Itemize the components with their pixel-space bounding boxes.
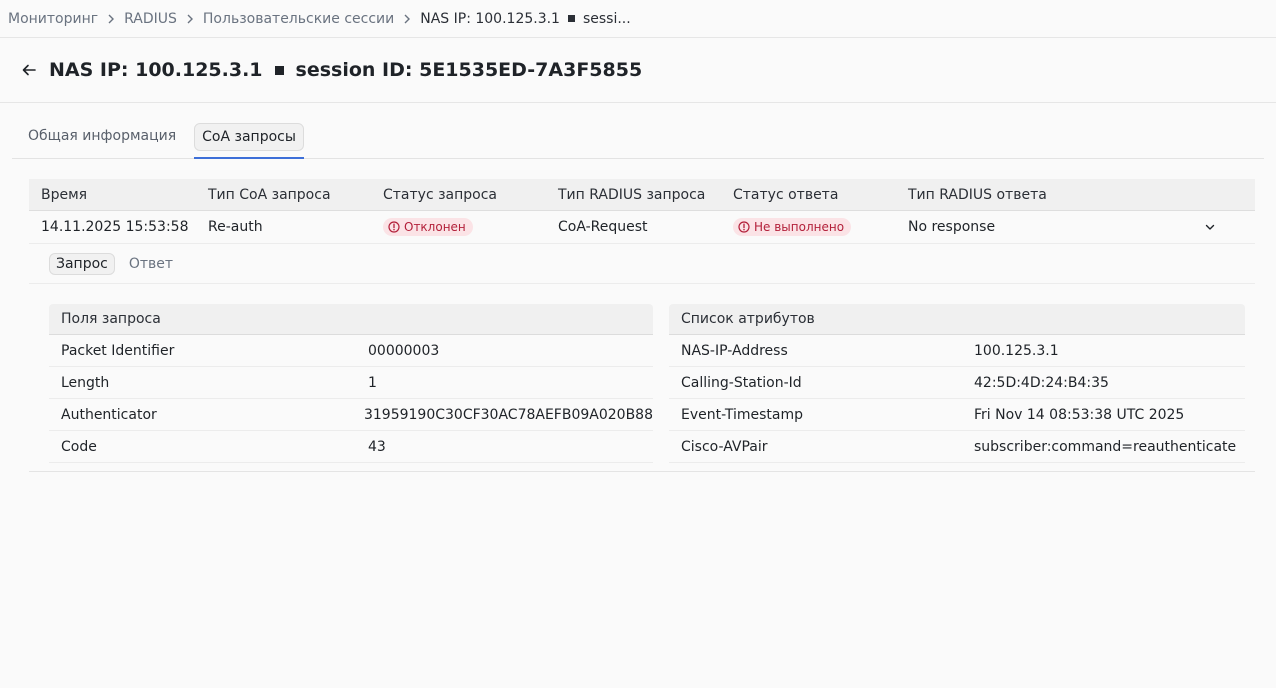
- table-row[interactable]: 14.11.2025 15:53:58 Re-auth Отклонен CoA…: [29, 211, 1255, 244]
- breadcrumb: Мониторинг RADIUS Пользовательские сесси…: [0, 0, 1276, 38]
- detail-panels: Поля запроса Packet Identifier 00000003 …: [29, 284, 1255, 472]
- field-key: Code: [61, 438, 97, 455]
- field-key: Packet Identifier: [61, 342, 175, 359]
- list-item: NAS-IP-Address 100.125.3.1: [669, 335, 1245, 367]
- attribute-key: NAS-IP-Address: [681, 342, 788, 359]
- attributes-title: Список атрибутов: [669, 304, 1245, 335]
- coa-requests-table: Время Тип CoA запроса Статус запроса Тип…: [29, 179, 1255, 472]
- breadcrumb-item-radius[interactable]: RADIUS: [124, 11, 177, 27]
- request-fields-panel: Поля запроса Packet Identifier 00000003 …: [49, 304, 653, 463]
- chevron-right-icon: [106, 14, 116, 24]
- list-item: Length 1: [49, 367, 653, 399]
- chevron-down-icon[interactable]: [1201, 218, 1219, 236]
- subtab-request[interactable]: Запрос: [49, 252, 115, 275]
- column-header-response-status: Статус ответа: [733, 186, 839, 203]
- list-item: Event-Timestamp Fri Nov 14 08:53:38 UTC …: [669, 399, 1245, 431]
- tab-coa-requests-label: CoA запросы: [194, 123, 304, 151]
- square-separator-icon: [274, 65, 284, 75]
- list-item: Code 43: [49, 431, 653, 463]
- tab-coa-requests[interactable]: CoA запросы: [194, 122, 304, 159]
- cell-time: 14.11.2025 15:53:58: [41, 219, 189, 235]
- cell-radius-request-type: CoA-Request: [558, 219, 648, 235]
- page-title-nas: NAS IP: 100.125.3.1: [49, 59, 263, 81]
- column-header-radius-response-type: Тип RADIUS ответа: [908, 186, 1047, 203]
- attribute-value: Fri Nov 14 08:53:38 UTC 2025: [974, 406, 1185, 423]
- status-badge-request-label: Отклонен: [404, 219, 466, 234]
- attribute-key: Cisco-AVPair: [681, 438, 768, 455]
- field-value: 00000003: [368, 342, 440, 359]
- request-fields-title: Поля запроса: [49, 304, 653, 335]
- status-badge-response: Не выполнено: [733, 217, 852, 236]
- field-value: 31959190C30CF30AC78AEFB09A020B88: [363, 406, 653, 423]
- list-item: Packet Identifier 00000003: [49, 335, 653, 367]
- chevron-right-icon: [185, 14, 195, 24]
- table-header: Время Тип CoA запроса Статус запроса Тип…: [29, 179, 1255, 211]
- chevron-right-icon: [402, 14, 412, 24]
- subtab-response[interactable]: Ответ: [129, 256, 173, 272]
- attribute-value: subscriber:command=reauthenticate: [974, 438, 1237, 455]
- attribute-value: 100.125.3.1: [974, 342, 1059, 359]
- list-item: Calling-Station-Id 42:5D:4D:24:B4:35: [669, 367, 1245, 399]
- page-header: NAS IP: 100.125.3.1 session ID: 5E1535ED…: [0, 38, 1276, 103]
- field-value: 1: [368, 374, 377, 391]
- attribute-value: 42:5D:4D:24:B4:35: [974, 374, 1109, 391]
- breadcrumb-item-user-sessions[interactable]: Пользовательские сессии: [203, 11, 394, 27]
- breadcrumb-current-nas: NAS IP: 100.125.3.1: [420, 10, 560, 27]
- back-arrow-icon[interactable]: [20, 61, 38, 79]
- field-value: 43: [368, 438, 386, 455]
- column-header-time: Время: [41, 186, 88, 203]
- page-title-session: session ID: 5E1535ED-7A3F5855: [295, 59, 643, 81]
- field-key: Authenticator: [61, 406, 157, 423]
- tab-bar: Общая информация CoA запросы: [12, 122, 1264, 159]
- tab-general-info[interactable]: Общая информация: [12, 122, 192, 159]
- detail-subtabs: Запрос Ответ: [29, 244, 1255, 284]
- cell-coa-type: Re-auth: [208, 219, 263, 235]
- column-header-coa-type: Тип CoA запроса: [208, 186, 331, 203]
- attribute-key: Calling-Station-Id: [681, 374, 802, 391]
- field-key: Length: [61, 374, 110, 391]
- cell-radius-response-type: No response: [908, 219, 996, 235]
- list-item: Authenticator 31959190C30CF30AC78AEFB09A…: [49, 399, 653, 431]
- attributes-panel: Список атрибутов NAS-IP-Address 100.125.…: [669, 304, 1245, 463]
- error-circle-icon: [738, 220, 750, 233]
- list-item: Cisco-AVPair subscriber:command=reauthen…: [669, 431, 1245, 463]
- attribute-key: Event-Timestamp: [681, 406, 804, 423]
- breadcrumb-current-session: sessi...: [582, 10, 631, 27]
- page-title: NAS IP: 100.125.3.1 session ID: 5E1535ED…: [49, 59, 642, 81]
- square-separator-icon: [567, 14, 575, 22]
- status-badge-request: Отклонен: [383, 217, 473, 236]
- column-header-radius-request-type: Тип RADIUS запроса: [558, 186, 706, 203]
- column-header-request-status: Статус запроса: [383, 186, 498, 203]
- breadcrumb-item-monitoring[interactable]: Мониторинг: [8, 11, 98, 27]
- status-badge-response-label: Не выполнено: [754, 219, 845, 234]
- error-circle-icon: [388, 220, 400, 233]
